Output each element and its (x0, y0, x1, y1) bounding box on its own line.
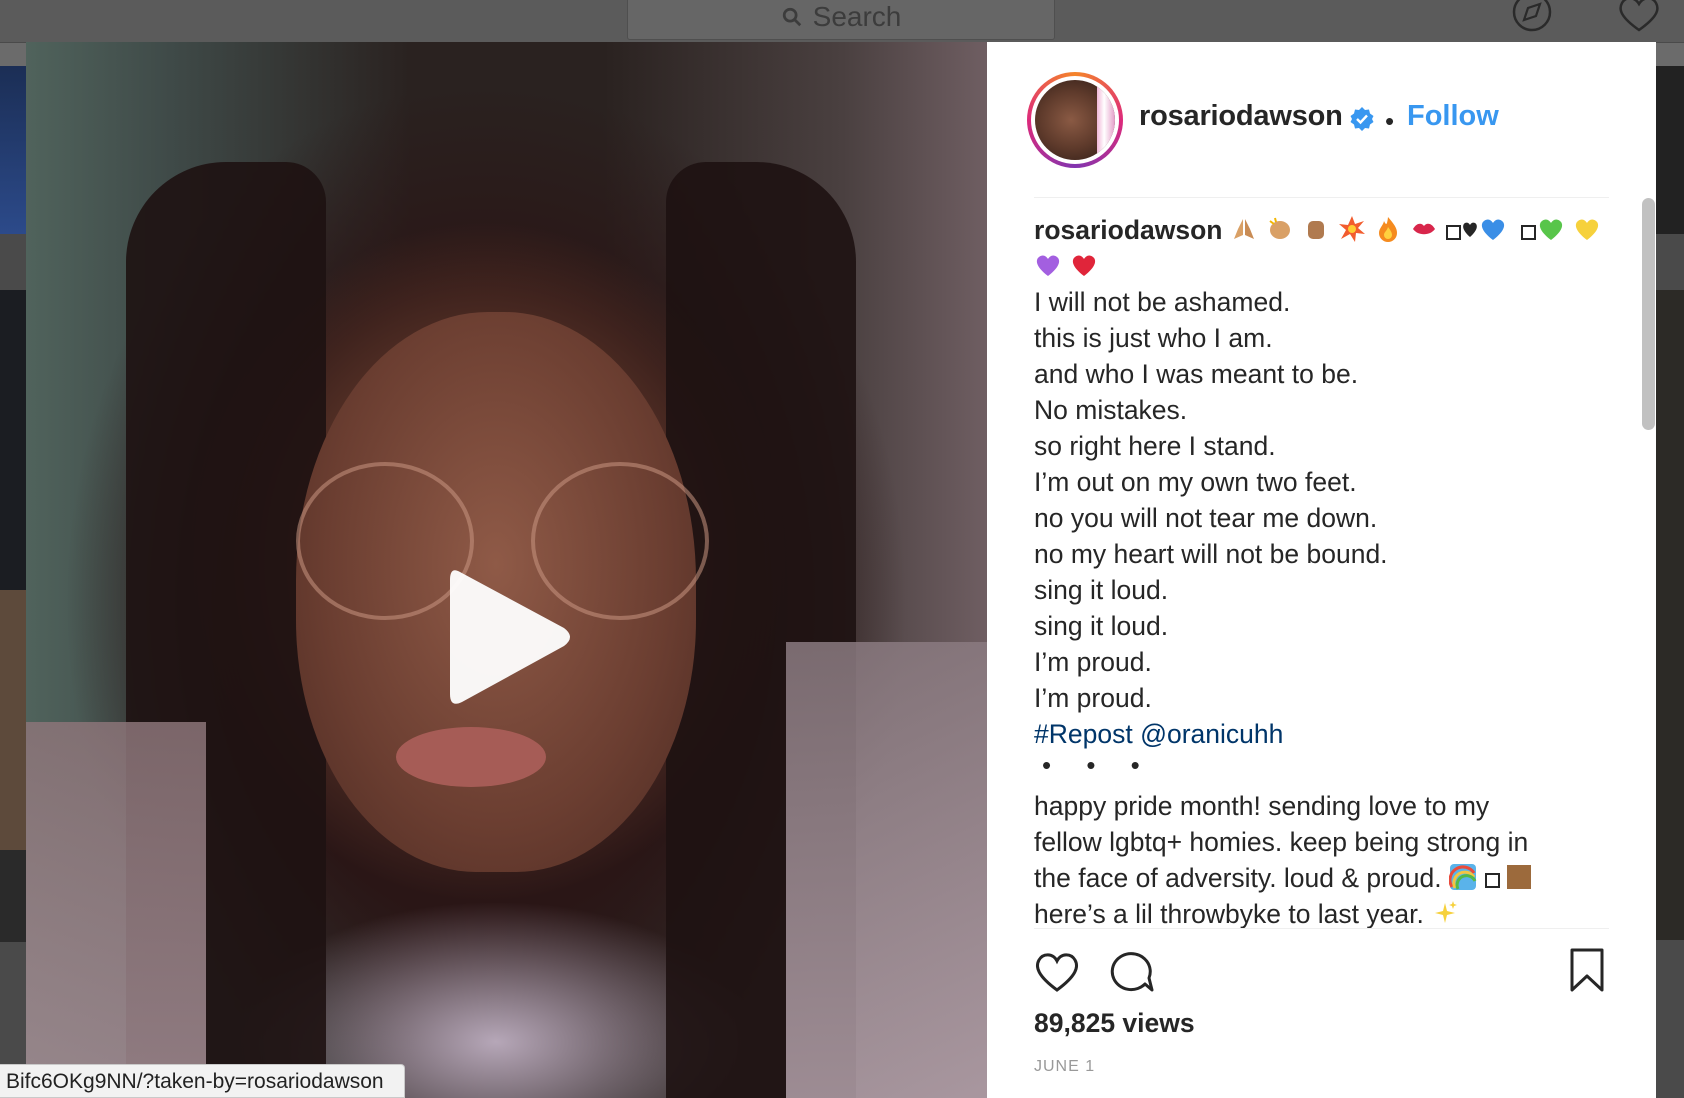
caption-line: this is just who I am. (1034, 323, 1273, 353)
background-feed-right (1654, 66, 1684, 1098)
caption-line: so right here I stand. (1034, 431, 1276, 461)
clapping-hands-emoji-icon (1269, 217, 1290, 239)
green-heart-emoji-icon (1539, 219, 1562, 240)
caption-line: No mistakes. (1034, 395, 1188, 425)
brown-square-emoji-icon (1506, 865, 1531, 889)
blue-heart-emoji-icon (1481, 219, 1504, 240)
caption-paragraph-line: the face of adversity. loud & proud. (1034, 863, 1442, 893)
caption-paragraph-line-row: the face of adversity. loud & proud. (1034, 860, 1609, 896)
caption-paragraph-line: happy pride month! sending love to my (1034, 791, 1490, 821)
praying-hands-emoji-icon (1233, 219, 1254, 239)
caption-username[interactable]: rosariodawson (1034, 215, 1223, 245)
verified-badge-icon (1350, 107, 1374, 131)
caption-line: I’m proud. (1034, 683, 1152, 713)
divider (1034, 197, 1609, 198)
search-icon (782, 7, 801, 27)
post-detail-panel: rosariodawson • Follow rosariodawson I w… (987, 42, 1656, 1098)
collision-emoji-icon (1338, 216, 1365, 242)
black-heart-emoji-icon (1463, 222, 1477, 237)
play-icon[interactable] (446, 562, 576, 712)
caption-line: I’m out on my own two feet. (1034, 467, 1357, 497)
caption-dots: • • • (1042, 750, 1154, 780)
caption: rosariodawson I will not be ashamed. thi… (1034, 212, 1609, 928)
purple-heart-emoji-icon (1036, 255, 1060, 276)
raised-fist-emoji-icon (1307, 221, 1324, 239)
caption-paragraph-line-row: here’s a lil throwbyke to last year. (1034, 896, 1609, 928)
search-placeholder: Search (812, 1, 902, 32)
caption-paragraph-line: here’s a lil throwbyke to last year. (1034, 899, 1424, 928)
caption-line: and who I was meant to be. (1034, 359, 1359, 389)
header-username[interactable]: rosariodawson (1139, 100, 1343, 133)
fire-emoji-icon (1378, 217, 1397, 242)
explore-compass-icon[interactable] (1510, 0, 1554, 38)
rainbow-emoji-icon (1448, 864, 1477, 890)
activity-heart-icon[interactable] (1616, 0, 1662, 36)
background-top-bar: Search (0, 0, 1684, 43)
post-video[interactable] (26, 42, 987, 1098)
comment-icon[interactable] (1109, 950, 1155, 994)
search-bar[interactable]: Search (627, 0, 1055, 40)
view-count[interactable]: 89,825 views (1034, 1008, 1195, 1039)
separator-dot: • (1385, 106, 1395, 136)
avatar[interactable] (1027, 72, 1123, 168)
caption-line: I will not be ashamed. (1034, 287, 1291, 317)
caption-paragraph-line: fellow lgbtq+ homies. keep being strong … (1034, 827, 1529, 857)
caption-tags-line: #Repost @oranicuhh (1034, 716, 1609, 752)
caption-line: sing it loud. (1034, 575, 1169, 605)
kiss-mark-emoji-icon (1412, 223, 1435, 235)
background-feed-left (0, 66, 26, 1098)
post-header: rosariodawson • Follow (987, 42, 1656, 198)
caption-line: no you will not tear me down. (1034, 503, 1378, 533)
mention-link[interactable]: @oranicuhh (1140, 719, 1283, 749)
status-bar-url: Bifc6OKg9NN/?taken-by=rosariodawson (0, 1064, 405, 1098)
follow-button[interactable]: Follow (1407, 100, 1499, 133)
missing-glyph-icon (1520, 225, 1536, 240)
caption-line: no my heart will not be bound. (1034, 539, 1388, 569)
red-heart-emoji-icon (1072, 255, 1096, 276)
caption-scrollbar[interactable] (1642, 198, 1655, 430)
sparkles-emoji-icon (1435, 901, 1458, 923)
missing-glyph-icon (1484, 873, 1500, 888)
caption-line: sing it loud. (1034, 611, 1169, 641)
caption-line: I’m proud. (1034, 647, 1152, 677)
yellow-heart-emoji-icon (1575, 219, 1598, 240)
bookmark-icon[interactable] (1569, 948, 1605, 992)
hashtag-link[interactable]: #Repost (1034, 719, 1133, 749)
divider (1034, 928, 1609, 929)
missing-glyph-icon (1445, 225, 1461, 240)
like-heart-icon[interactable] (1034, 950, 1080, 994)
post-date: JUNE 1 (1034, 1058, 1096, 1075)
